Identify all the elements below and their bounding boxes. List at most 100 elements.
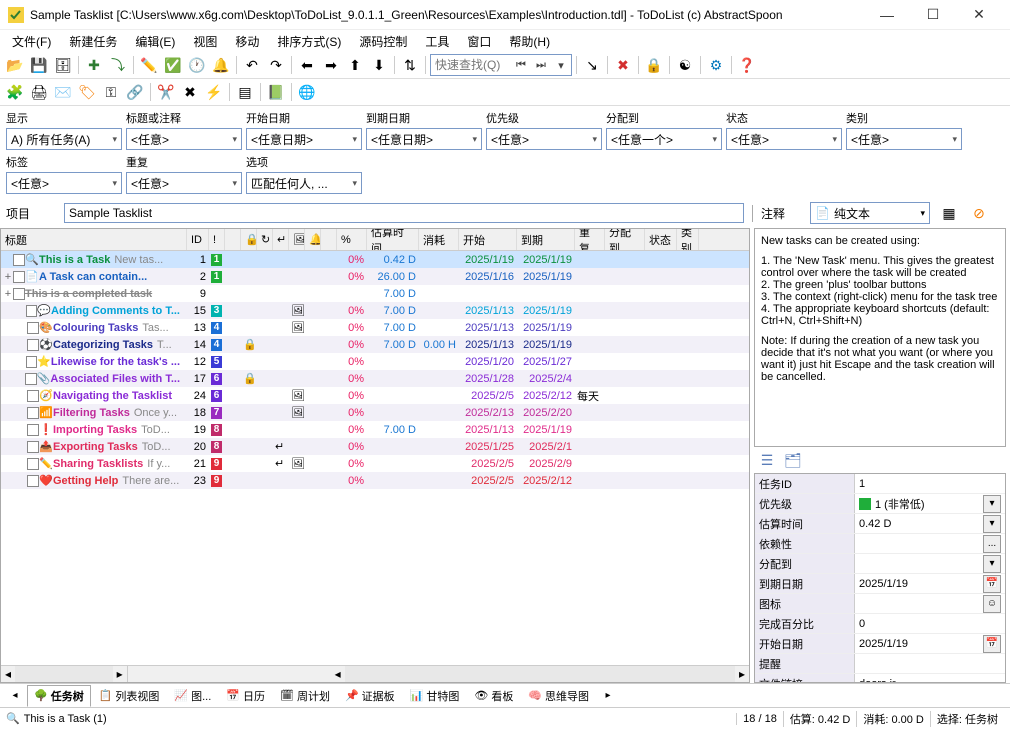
- props-icon-2[interactable]: 🗂: [782, 449, 804, 471]
- filter-显示[interactable]: A) 所有任务(A)▾: [6, 128, 122, 150]
- redo-icon[interactable]: ↷: [265, 54, 287, 76]
- new-subtask-icon[interactable]: ⤵: [107, 54, 129, 76]
- task-checkbox[interactable]: [27, 424, 39, 436]
- task-row[interactable]: 📶 Filtering TasksOnce y...187🖼0%2025/2/1…: [1, 404, 749, 421]
- delete-icon[interactable]: ✖: [612, 54, 634, 76]
- link-icon[interactable]: 🔗: [124, 81, 146, 103]
- outdent-icon[interactable]: ⬅: [296, 54, 318, 76]
- col-状态[interactable]: 状态: [645, 229, 677, 250]
- task-checkbox[interactable]: [26, 305, 38, 317]
- filter-优先级[interactable]: <任意>▾: [486, 128, 602, 150]
- menu-移动[interactable]: 移动: [227, 31, 267, 52]
- menu-窗口[interactable]: 窗口: [459, 31, 499, 52]
- menu-编辑(E)[interactable]: 编辑(E): [127, 31, 183, 52]
- new-task-icon[interactable]: ✚: [83, 54, 105, 76]
- prop-value[interactable]: 1 (非常低)▾: [855, 494, 1005, 513]
- filter-分配到[interactable]: <任意一个>▾: [606, 128, 722, 150]
- tab-日历[interactable]: 📅日历: [219, 685, 272, 707]
- tag-icon[interactable]: 🏷: [76, 81, 98, 103]
- filter-icon[interactable]: ▤: [234, 81, 256, 103]
- prop-value[interactable]: ...: [855, 534, 1005, 553]
- menu-帮助(H)[interactable]: 帮助(H): [501, 31, 558, 52]
- save-icon[interactable]: 💾: [28, 54, 50, 76]
- lock-icon[interactable]: 🔒: [643, 54, 665, 76]
- prop-value[interactable]: ☺: [855, 594, 1005, 613]
- move-down-icon[interactable]: ⬇: [368, 54, 390, 76]
- filter-选项[interactable]: 匹配任何人, ...▾: [246, 172, 362, 194]
- col-🔒[interactable]: 🔒: [241, 229, 257, 250]
- tab-列表视图[interactable]: 📋列表视图: [92, 685, 167, 707]
- help-icon[interactable]: ❓: [736, 54, 758, 76]
- filter-状态[interactable]: <任意>▾: [726, 128, 842, 150]
- edit-icon[interactable]: ✏️: [138, 54, 160, 76]
- col-开始[interactable]: 开始: [459, 229, 517, 250]
- search-dd-icon[interactable]: ▾: [551, 55, 571, 75]
- filter-标题或注释[interactable]: <任意>▾: [126, 128, 242, 150]
- task-checkbox[interactable]: [27, 407, 39, 419]
- search-next-icon[interactable]: ⏭: [531, 55, 551, 75]
- tab-图...[interactable]: 📈图...: [167, 685, 218, 707]
- col-icon[interactable]: [321, 229, 337, 250]
- task-checkbox[interactable]: [27, 458, 39, 470]
- col-🔔[interactable]: 🔔: [305, 229, 321, 250]
- menu-工具[interactable]: 工具: [417, 31, 457, 52]
- close-button[interactable]: ✕: [956, 0, 1002, 30]
- props-icon-1[interactable]: ☰: [756, 449, 778, 471]
- prop-value[interactable]: [855, 654, 1005, 673]
- quick-search[interactable]: ⏮ ⏭ ▾: [430, 54, 572, 76]
- tab-next-icon[interactable]: ▸: [597, 685, 619, 707]
- filter-到期日期[interactable]: <任意日期>▾: [366, 128, 482, 150]
- task-row[interactable]: 🎨 Colouring TasksTas...134🖼0%7.00 D2025/…: [1, 319, 749, 336]
- globe-icon[interactable]: 🌐: [296, 81, 318, 103]
- col-🖼[interactable]: 🖼: [289, 229, 305, 250]
- col-%[interactable]: %: [337, 229, 367, 250]
- col-↻[interactable]: ↻: [257, 229, 273, 250]
- task-checkbox[interactable]: [27, 390, 39, 402]
- tab-证据板[interactable]: 📌证据板: [338, 685, 402, 707]
- search-prev-icon[interactable]: ⏮: [511, 55, 531, 75]
- settings-icon[interactable]: ⚙: [705, 54, 727, 76]
- task-row[interactable]: ✏️ Sharing TasklistsIf y...219↵🖼0%2025/2…: [1, 455, 749, 472]
- prop-value[interactable]: ▾: [855, 554, 1005, 573]
- task-row[interactable]: ⭐ Likewise for the task's ...1250%2025/1…: [1, 353, 749, 370]
- task-checkbox[interactable]: [27, 322, 39, 334]
- task-row[interactable]: + 📄 A Task can contain...210%26.00 D2025…: [1, 268, 749, 285]
- scrollbar-horizontal[interactable]: ◂ ▸ ◂ ▸: [1, 665, 749, 682]
- task-grid[interactable]: 🔍 This is a TaskNew tas...110%0.42 D2025…: [1, 251, 749, 665]
- tab-任务树[interactable]: 🌳任务树: [27, 685, 91, 707]
- col-估算时间[interactable]: 估算时间: [367, 229, 419, 250]
- tab-周计划[interactable]: 🗓周计划: [273, 685, 337, 707]
- task-row[interactable]: 💬 Adding Comments to T...153🖼0%7.00 D202…: [1, 302, 749, 319]
- filter-类别[interactable]: <任意>▾: [846, 128, 962, 150]
- filter-开始日期[interactable]: <任意日期>▾: [246, 128, 362, 150]
- book-icon[interactable]: 📗: [265, 81, 287, 103]
- save-all-icon[interactable]: 🗄: [52, 54, 74, 76]
- col-标题[interactable]: 标题: [1, 229, 187, 250]
- col-重复[interactable]: 重复: [575, 229, 605, 250]
- col-↵[interactable]: ↵: [273, 229, 289, 250]
- task-checkbox[interactable]: [27, 475, 39, 487]
- col-ID[interactable]: ID: [187, 229, 209, 250]
- task-checkbox[interactable]: [26, 356, 37, 368]
- project-input[interactable]: [64, 203, 744, 223]
- key-icon[interactable]: ⚿: [100, 81, 122, 103]
- reminder-icon[interactable]: 🔔: [210, 54, 232, 76]
- menu-排序方式(S)[interactable]: 排序方式(S): [269, 31, 349, 52]
- task-checkbox[interactable]: [25, 373, 36, 385]
- task-row[interactable]: 🧭 Navigating the Tasklist246🖼0%2025/2/52…: [1, 387, 749, 404]
- task-checkbox[interactable]: [27, 339, 39, 351]
- col-类别[interactable]: 类别: [677, 229, 699, 250]
- prop-value[interactable]: doors.ir: [855, 674, 1005, 683]
- prop-value[interactable]: 2025/1/19📅: [855, 634, 1005, 653]
- col-分配到[interactable]: 分配到: [605, 229, 645, 250]
- x-icon[interactable]: ✖: [179, 81, 201, 103]
- task-row[interactable]: ❗ Importing TasksToD...1980%7.00 D2025/1…: [1, 421, 749, 438]
- notes-area[interactable]: New tasks can be created using: 1. The '…: [754, 228, 1006, 447]
- prop-value[interactable]: 2025/1/19📅: [855, 574, 1005, 593]
- task-row[interactable]: ❤️ Getting HelpThere are...2390%2025/2/5…: [1, 472, 749, 489]
- task-row[interactable]: 🔍 This is a TaskNew tas...110%0.42 D2025…: [1, 251, 749, 268]
- complete-icon[interactable]: ✅: [162, 54, 184, 76]
- task-checkbox[interactable]: [13, 288, 25, 300]
- yinyang-icon[interactable]: ☯: [674, 54, 696, 76]
- task-row[interactable]: 📎 Associated Files with T...176🔒0%2025/1…: [1, 370, 749, 387]
